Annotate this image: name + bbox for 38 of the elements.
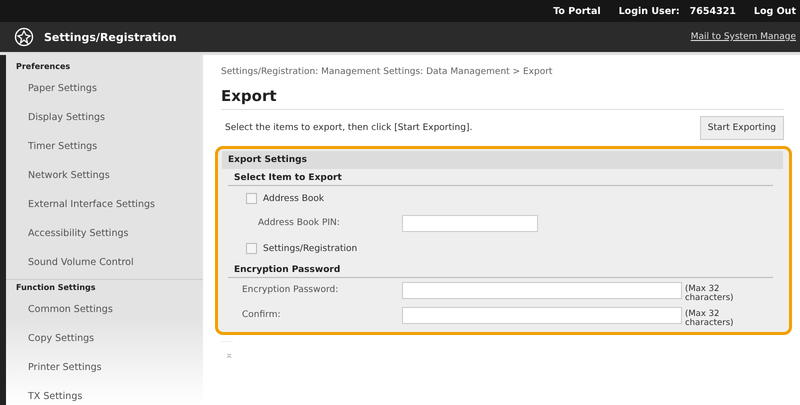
group-title: Encryption Password (228, 261, 773, 278)
sidebar-item[interactable]: Network Settings (6, 161, 203, 190)
sidebar-item[interactable]: Timer Settings (6, 132, 203, 161)
checkbox[interactable] (246, 193, 257, 204)
checkbox-label: Address Book (263, 194, 324, 204)
group-title: Select Item to Export (228, 169, 773, 186)
login-user: 7654321 (690, 6, 736, 16)
logout-link[interactable]: Log Out (754, 6, 796, 16)
sidebar-item[interactable]: TX Settings (6, 382, 203, 405)
sidebar-item[interactable]: Paper Settings (6, 74, 203, 103)
sidebar-item[interactable]: Display Settings (6, 103, 203, 132)
field-label: Confirm: (241, 309, 282, 320)
input-field[interactable] (402, 307, 682, 324)
sidebar-item[interactable]: Common Settings (6, 295, 203, 324)
input-field[interactable] (402, 282, 682, 299)
sidebar-heading: Preferences (15, 61, 72, 73)
login-label: Login User: (618, 6, 680, 16)
portal-link[interactable]: To Portal (553, 6, 601, 16)
sidebar-item[interactable]: Accessibility Settings (6, 219, 203, 248)
field-note: (Max 32 characters) (685, 308, 734, 327)
sidebar-heading: Function Settings (6, 279, 203, 295)
sidebar-item[interactable]: Sound Volume Control (6, 248, 203, 277)
input-field[interactable] (402, 215, 538, 232)
page-title: Export (221, 87, 784, 110)
sidebar-item[interactable]: Copy Settings (6, 324, 203, 353)
checkbox-label: Settings/Registration (263, 244, 358, 254)
header-title: Settings/Registration (44, 30, 178, 44)
start-exporting-button[interactable]: Start Exporting (700, 116, 784, 140)
instruction-text: Select the items to export, then click [Start Exporting]. (225, 123, 472, 133)
mail-link[interactable]: Mail to System Manage (690, 32, 796, 42)
field-label: Address Book PIN: (257, 217, 341, 228)
breadcrumb: Settings/Registration: Management Settings: Data Management > Export (221, 67, 554, 77)
sidebar-item[interactable]: External Interface Settings (6, 190, 203, 219)
field-label: Encryption Password: (241, 284, 340, 295)
panel-title: Export Settings (222, 151, 783, 169)
sidebar-item[interactable]: Printer Settings (6, 353, 203, 382)
field-note: (Max 32 characters) (685, 283, 734, 302)
checkbox[interactable] (246, 243, 257, 254)
